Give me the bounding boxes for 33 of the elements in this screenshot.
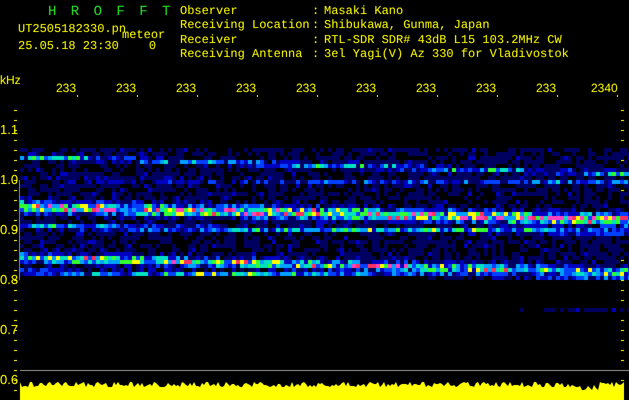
time-label: 2340 bbox=[591, 82, 618, 94]
time-label: 233 bbox=[536, 82, 556, 94]
info-label: Observer bbox=[180, 5, 239, 19]
time-label: 233 bbox=[56, 82, 76, 94]
frequency-label: 0.9 bbox=[0, 224, 18, 236]
time-label: 233 bbox=[296, 82, 316, 94]
colon: : bbox=[312, 5, 320, 20]
time-label: 233 bbox=[116, 82, 136, 94]
colon: : bbox=[312, 19, 320, 34]
time-label: 233 bbox=[236, 82, 256, 94]
colon: : bbox=[312, 34, 320, 48]
date-time: 25.05.18 23:30 bbox=[18, 40, 119, 52]
info-label: Receiving Location bbox=[180, 19, 311, 34]
time-label: 233 bbox=[176, 82, 196, 94]
frequency-label: 1.0 bbox=[0, 174, 18, 186]
app-title: H R O F F T bbox=[47, 5, 174, 19]
frequency-label: 0.6 bbox=[0, 374, 18, 386]
frequency-label: 1.1 bbox=[0, 124, 18, 136]
info-label: Receiving Antenna bbox=[180, 48, 304, 62]
counter: 0 bbox=[148, 40, 156, 52]
colon: : bbox=[312, 48, 320, 62]
info-value: 3el Yagi(V) Az 330 for Vladivostok bbox=[324, 48, 569, 62]
frequency-label: 0.7 bbox=[0, 324, 18, 336]
info-value: Masaki Kano bbox=[324, 5, 404, 19]
unit-label: kHz bbox=[0, 74, 21, 86]
time-label: 233 bbox=[416, 82, 436, 94]
frequency-label: 0.8 bbox=[0, 274, 18, 286]
info-label: Receiver bbox=[180, 34, 239, 48]
time-label: 233 bbox=[476, 82, 496, 94]
info-value: RTL-SDR SDR# 43dB L15 103.2MHz CW bbox=[324, 34, 563, 48]
info-value: Shibukawa, Gunma, Japan bbox=[324, 19, 491, 34]
time-label: 233 bbox=[356, 82, 376, 94]
mode-label: meteor bbox=[122, 29, 166, 41]
